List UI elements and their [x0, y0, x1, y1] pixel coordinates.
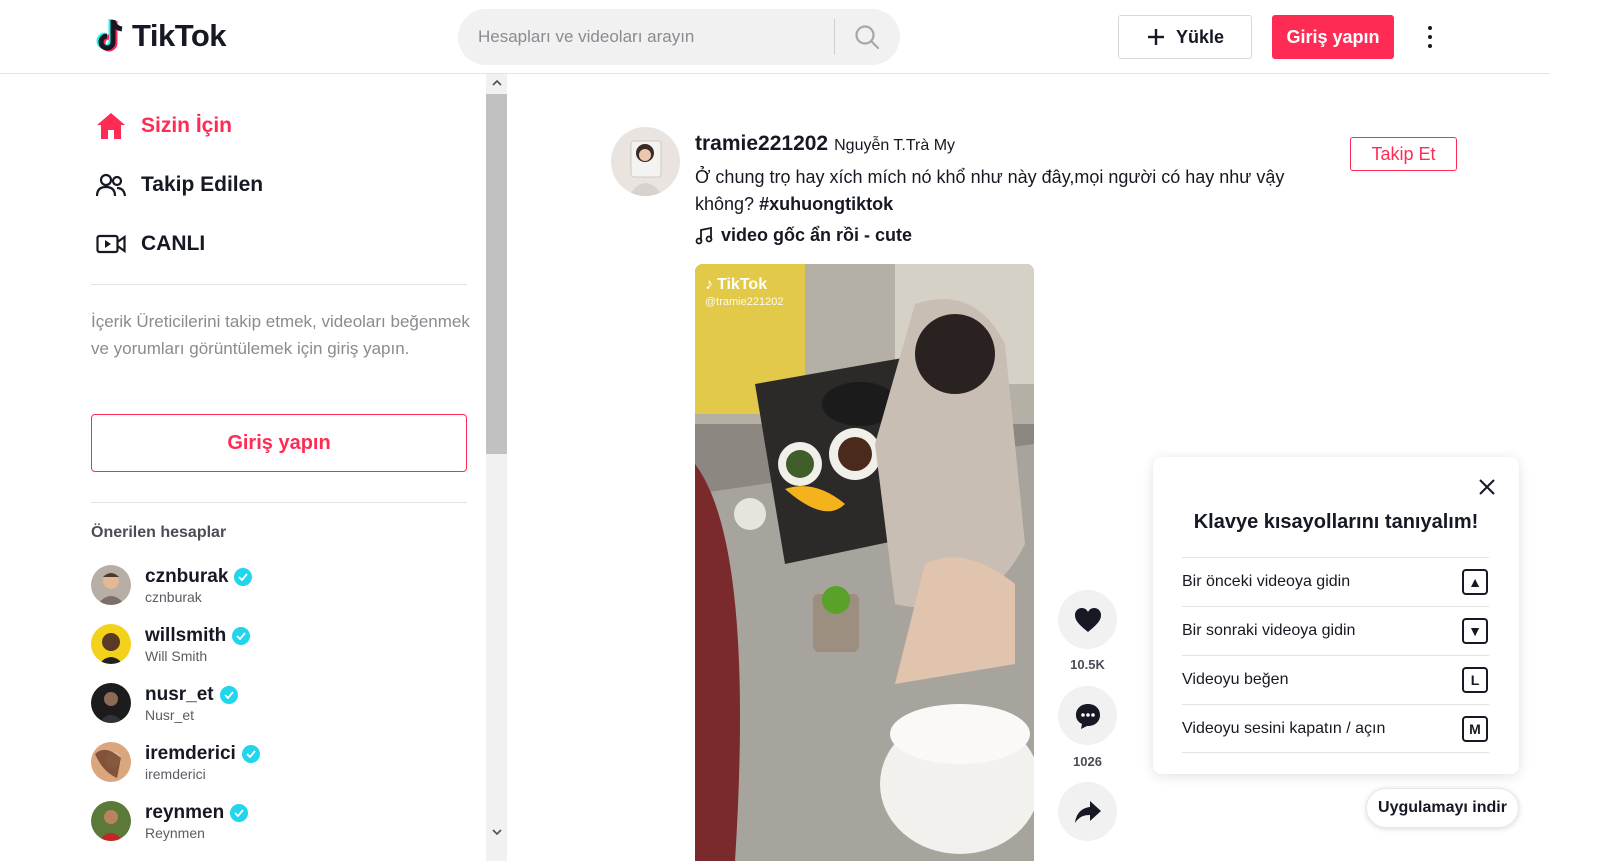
- account-username: reynmen: [145, 801, 225, 823]
- shortcut-row: Videoyu beğen L: [1182, 655, 1489, 704]
- account-display-name: Reynmen: [145, 824, 205, 841]
- watermark-note-icon: ♪: [705, 276, 713, 293]
- suggested-account[interactable]: willsmith Will Smith: [91, 624, 251, 664]
- avatar: [91, 624, 131, 664]
- video-watermark: ♪ TikTok @tramie221202: [705, 276, 783, 308]
- shortcut-row: Videoyu sesini kapatın / açın M: [1182, 704, 1489, 753]
- watermark-logo-text: TikTok: [717, 276, 768, 293]
- account-display-name: Will Smith: [145, 647, 208, 664]
- comment-button[interactable]: [1058, 686, 1117, 745]
- hashtag-link[interactable]: #xuhuongtiktok: [759, 194, 893, 214]
- shortcut-label: Bir önceki videoya gidin: [1182, 573, 1351, 590]
- account-display-name: iremderici: [145, 765, 206, 782]
- key-down-icon: ▼: [1462, 618, 1488, 644]
- share-icon: [1074, 800, 1101, 823]
- download-app-button[interactable]: Uygulamayı indir: [1366, 788, 1519, 828]
- post-author-avatar[interactable]: [611, 127, 680, 196]
- suggested-accounts-title: Önerilen hesaplar: [91, 524, 227, 541]
- page-scroll-area: [1550, 0, 1603, 861]
- share-button[interactable]: [1058, 782, 1117, 841]
- shortcut-row: Bir sonraki videoya gidin ▼: [1182, 606, 1489, 655]
- post-username: tramie221202: [695, 132, 829, 155]
- verified-badge-icon: [234, 567, 253, 586]
- key-up-icon: ▲: [1462, 569, 1488, 595]
- scroll-down-arrow-icon[interactable]: [486, 823, 507, 841]
- music-title: video gốc ẩn rồi - cute: [721, 225, 913, 245]
- follow-button[interactable]: Takip Et: [1350, 137, 1457, 171]
- comment-count: 1026: [1073, 754, 1102, 769]
- heart-icon: [1074, 607, 1101, 632]
- upload-button[interactable]: Yükle: [1118, 15, 1252, 59]
- nav-for-you[interactable]: Sizin İçin: [95, 110, 232, 142]
- avatar: [91, 565, 131, 605]
- like-count: 10.5K: [1070, 657, 1105, 672]
- scroll-up-arrow-icon[interactable]: [486, 74, 507, 92]
- login-prompt-text: İçerik Üreticilerini takip etmek, videol…: [91, 312, 470, 358]
- key-l-icon: L: [1462, 667, 1488, 693]
- video-frame: [695, 264, 1034, 861]
- nav-label: Takip Edilen: [141, 173, 264, 196]
- nav-label: Sizin İçin: [141, 114, 233, 137]
- verified-badge-icon: [232, 626, 251, 645]
- account-username: willsmith: [145, 624, 227, 646]
- sidebar-scrollbar[interactable]: [486, 74, 507, 861]
- account-display-name: Nusr_et: [145, 706, 195, 723]
- people-icon: [95, 169, 127, 201]
- suggested-account[interactable]: cznburak cznburak: [91, 565, 253, 605]
- post-caption: Ở chung trọ hay xích mích nó khổ như này…: [695, 164, 1315, 218]
- sidebar-login-button[interactable]: Giriş yapın: [91, 414, 467, 472]
- watermark-logo: ♪ TikTok: [705, 276, 783, 294]
- verified-badge-icon: [241, 744, 260, 763]
- music-note-icon: [695, 226, 713, 244]
- plus-icon: [1147, 29, 1164, 45]
- key-m-icon: M: [1462, 715, 1488, 742]
- home-icon: [95, 110, 127, 142]
- suggested-account[interactable]: iremderici iremderici: [91, 742, 260, 782]
- search-icon: [855, 25, 880, 50]
- top-header: TikTok Yükle Giriş yapın: [0, 0, 1550, 74]
- verified-badge-icon: [219, 685, 238, 704]
- shortcut-label: Bir sonraki videoya gidin: [1182, 622, 1356, 639]
- sidebar: Sizin İçin Takip Edilen CANLI İçerik Üre…: [0, 75, 486, 861]
- keyboard-shortcuts-card: Klavye kısayollarını tanıyalım! Bir önce…: [1153, 457, 1519, 774]
- avatar: [91, 801, 131, 841]
- music-link[interactable]: video gốc ẩn rồi - cute: [695, 225, 912, 246]
- shortcut-row: Bir önceki videoya gidin ▲: [1182, 557, 1489, 606]
- account-username: iremderici: [145, 742, 236, 764]
- like-button[interactable]: [1058, 590, 1117, 649]
- sidebar-divider: [91, 284, 467, 285]
- tiktok-logo[interactable]: TikTok: [96, 18, 227, 54]
- search-input[interactable]: [478, 27, 834, 47]
- header-login-button[interactable]: Giriş yapın: [1272, 15, 1394, 59]
- watermark-handle: @tramie221202: [705, 296, 784, 308]
- nav-label: CANLI: [141, 232, 206, 255]
- close-icon[interactable]: [1476, 476, 1498, 498]
- account-username: cznburak: [145, 565, 229, 587]
- shortcuts-title: Klavye kısayollarını tanıyalım!: [1193, 511, 1479, 533]
- scrollbar-thumb[interactable]: [486, 94, 507, 454]
- account-display-name: cznburak: [145, 588, 202, 605]
- verified-badge-icon: [230, 803, 249, 822]
- video-player[interactable]: ♪ TikTok @tramie221202: [695, 264, 1034, 861]
- post-author[interactable]: tramie221202 Nguyễn T.Trà My: [695, 132, 955, 156]
- upload-label: Yükle: [1175, 26, 1225, 47]
- sidebar-divider: [91, 502, 467, 503]
- live-icon: [95, 228, 127, 260]
- nav-live[interactable]: CANLI: [95, 228, 205, 260]
- shortcut-label: Videoyu sesini kapatın / açın: [1182, 719, 1386, 737]
- tiktok-note-icon: [96, 18, 128, 54]
- search-button[interactable]: [835, 9, 899, 65]
- suggested-account[interactable]: reynmen Reynmen: [91, 801, 249, 841]
- account-username: nusr_et: [145, 683, 214, 705]
- suggested-account[interactable]: nusr_et Nusr_et: [91, 683, 238, 723]
- more-menu-icon[interactable]: [1418, 22, 1442, 52]
- logo-text: TikTok: [132, 18, 227, 53]
- avatar: [91, 683, 131, 723]
- search-bar: [458, 9, 900, 65]
- comment-icon: [1075, 703, 1100, 729]
- post-nickname: Nguyễn T.Trà My: [834, 137, 956, 154]
- shortcut-label: Videoyu beğen: [1182, 671, 1289, 688]
- nav-following[interactable]: Takip Edilen: [95, 169, 263, 201]
- avatar: [91, 742, 131, 782]
